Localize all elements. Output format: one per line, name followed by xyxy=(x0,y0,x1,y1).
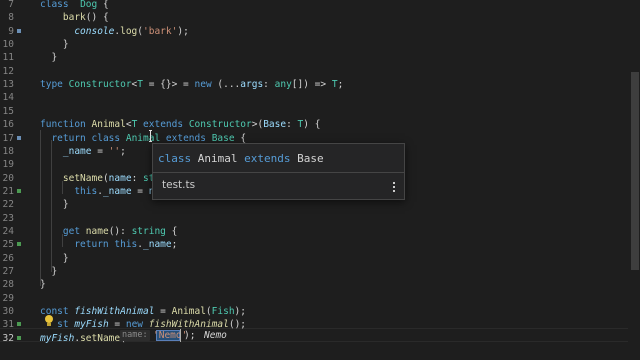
vertical-scrollbar[interactable] xyxy=(630,0,640,360)
line-number: 28 xyxy=(2,279,14,291)
inline-suggestion[interactable]: Nemo xyxy=(204,329,227,342)
code-text[interactable]: setName(name: str xyxy=(40,172,160,185)
code-text[interactable]: return this._name; xyxy=(40,238,177,251)
line-number: 17 xyxy=(2,132,14,144)
gutter-added-marker xyxy=(17,322,21,327)
line-number: 18 xyxy=(2,145,14,157)
line-number: 24 xyxy=(2,225,14,237)
code-line[interactable]: 30 const fishWithAnimal = Animal(Fish); xyxy=(0,305,620,318)
parameter-hint: name: xyxy=(120,330,150,341)
line-number: 22 xyxy=(2,199,14,211)
argument-value[interactable]: 'Nemo' xyxy=(153,329,187,342)
hover-signature: class Animal extends Base xyxy=(158,152,324,165)
lightbulb-icon[interactable] xyxy=(44,315,54,326)
gutter-added-marker xyxy=(17,188,21,193)
code-text[interactable]: myFish.setName( xyxy=(40,332,126,345)
code-line[interactable]: 29 xyxy=(0,292,620,305)
code-line[interactable]: 27 } xyxy=(0,265,620,278)
code-text[interactable]: } xyxy=(40,51,57,64)
code-line[interactable]: 23 xyxy=(0,212,620,225)
code-text[interactable]: _name = ''; xyxy=(40,145,126,158)
code-text[interactable]: bark() { xyxy=(40,11,109,24)
line-number: 25 xyxy=(2,239,14,251)
code-editor[interactable]: 7 class Dog {8 bark() {9 console.log('bar… xyxy=(0,0,640,360)
code-line[interactable]: 11 } xyxy=(0,51,620,64)
gutter-added-marker xyxy=(17,335,21,340)
code-line[interactable]: 22 } xyxy=(0,198,620,211)
scrollbar-thumb[interactable] xyxy=(631,72,639,270)
line-number: 16 xyxy=(2,119,14,131)
line-number: 14 xyxy=(2,92,14,104)
code-text[interactable]: } xyxy=(40,38,69,51)
code-text[interactable]: this._name = na xyxy=(40,185,160,198)
code-text[interactable]: } xyxy=(40,278,46,291)
line-number: 9 xyxy=(8,25,14,37)
mouse-ibeam-cursor xyxy=(149,130,152,142)
line-number: 13 xyxy=(2,79,14,91)
code-text[interactable]: class Dog { xyxy=(40,0,109,11)
code-line[interactable]: 25 return this._name; xyxy=(0,238,620,251)
gutter-modified-marker xyxy=(17,28,21,33)
code-line[interactable]: 10 } xyxy=(0,38,620,51)
code-line[interactable]: 26 } xyxy=(0,252,620,265)
line-end-text: ); xyxy=(184,330,196,341)
code-text[interactable]: function Animal<T extends Constructor>(B… xyxy=(40,118,320,131)
line-number: 30 xyxy=(2,306,14,318)
code-line[interactable]: 31 st myFish = new fishWithAnimal(); xyxy=(0,318,620,331)
line-number: 27 xyxy=(2,266,14,277)
line-number: 23 xyxy=(2,212,14,224)
popup-divider xyxy=(153,172,404,173)
line-number: 31 xyxy=(2,319,14,331)
line-number: 7 xyxy=(8,0,14,10)
line-number: 20 xyxy=(2,172,14,184)
code-line[interactable]: 15 xyxy=(0,105,620,118)
code-text[interactable]: console.log('bark'); xyxy=(40,25,188,38)
hover-file-name[interactable]: test.ts xyxy=(162,179,195,191)
code-text[interactable]: } xyxy=(40,252,69,265)
code-text[interactable]: type Constructor<T = {}> = new (...args:… xyxy=(40,78,343,91)
gutter-added-marker xyxy=(17,242,21,247)
code-line[interactable]: 9 console.log('bark'); xyxy=(0,25,620,38)
line-number: 10 xyxy=(2,39,14,51)
code-line[interactable]: 7 class Dog { xyxy=(0,0,620,11)
code-text[interactable]: } xyxy=(40,198,69,211)
line-number: 11 xyxy=(2,52,14,64)
line-number: 29 xyxy=(2,292,14,304)
code-line[interactable]: 24 get name(): string { xyxy=(0,225,620,238)
more-vertical-icon[interactable] xyxy=(389,181,399,193)
code-line[interactable]: 16 function Animal<T extends Constructor>… xyxy=(0,118,620,131)
hover-popup[interactable]: class Animal extends Base test.ts xyxy=(152,143,405,200)
code-line[interactable]: 14 xyxy=(0,91,620,104)
text-cursor xyxy=(180,329,181,342)
line-number: 32 xyxy=(2,332,14,344)
code-line[interactable]: 13 type Constructor<T = {}> = new (...arg… xyxy=(0,78,620,91)
gutter-modified-marker xyxy=(17,135,21,140)
line-number: 21 xyxy=(2,185,14,197)
line-number: 15 xyxy=(2,105,14,117)
code-text[interactable]: const fishWithAnimal = Animal(Fish); xyxy=(40,305,246,318)
code-line[interactable]: 8 bark() { xyxy=(0,11,620,24)
code-line[interactable]: 12 xyxy=(0,65,620,78)
line-number: 26 xyxy=(2,252,14,264)
code-text[interactable]: get name(): string { xyxy=(40,225,177,238)
line-number: 19 xyxy=(2,159,14,171)
line-number: 12 xyxy=(2,65,14,77)
code-line[interactable]: 28} xyxy=(0,278,620,291)
code-text[interactable]: } xyxy=(40,265,57,278)
code-line[interactable]: 32 myFish.setName( xyxy=(0,332,620,345)
line-number: 8 xyxy=(8,12,14,24)
